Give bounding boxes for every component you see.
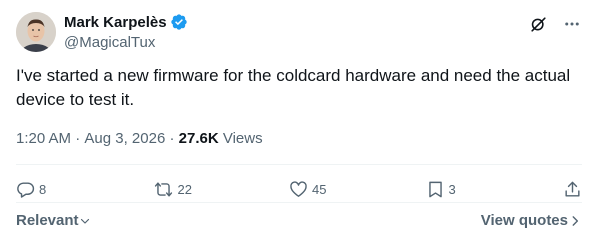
reply-button[interactable]: 8 (16, 180, 56, 199)
repost-icon (154, 181, 172, 197)
bookmark-icon (428, 181, 442, 197)
meta-separator: · (71, 130, 85, 147)
tweet-meta: 1:20 AM · Aug 3, 2026 · 27.6K Views (16, 130, 263, 147)
avatar[interactable] (16, 12, 56, 52)
author-block: Mark Karpelès @MagicalTux (64, 12, 188, 51)
reply-icon (17, 181, 35, 198)
bookmark-count: 3 (448, 181, 456, 197)
author-name-row: Mark Karpelès (64, 12, 188, 32)
author-display-name[interactable]: Mark Karpelès (64, 14, 167, 31)
author-handle[interactable]: @MagicalTux (64, 34, 188, 51)
bookmark-button[interactable]: 3 (426, 180, 466, 199)
sort-label: Relevant (16, 212, 79, 229)
tweet-text: I've started a new firmware for the cold… (16, 66, 571, 109)
divider (16, 164, 582, 165)
replies-footer: Relevant View quotes (16, 212, 582, 229)
view-quotes-link[interactable]: View quotes (481, 212, 582, 229)
divider (16, 202, 582, 203)
chevron-down-icon (80, 218, 89, 224)
tweet-card: Mark Karpelès @MagicalTux I've started a… (0, 0, 598, 243)
like-count: 45 (312, 181, 327, 197)
views-label: Views (222, 130, 263, 147)
more-icon[interactable] (562, 14, 582, 34)
repost-button[interactable]: 22 (153, 180, 193, 199)
grok-icon[interactable] (528, 14, 548, 34)
tweet-date[interactable]: Aug 3, 2026 (84, 130, 165, 147)
repost-count: 22 (177, 181, 192, 197)
tweet-top-actions (528, 14, 582, 34)
share-button[interactable] (562, 180, 582, 199)
action-bar: 8 22 45 3 (16, 177, 582, 201)
verified-badge-icon[interactable] (170, 13, 188, 31)
avatar-image (16, 12, 56, 52)
views-count: 27.6K (178, 130, 219, 147)
share-icon (565, 181, 580, 197)
meta-separator: · (165, 130, 179, 147)
tweet-time[interactable]: 1:20 AM (16, 130, 71, 147)
reply-count: 8 (39, 181, 47, 197)
heart-icon (290, 180, 307, 197)
sort-replies-button[interactable]: Relevant (16, 212, 91, 229)
chevron-right-icon (572, 215, 579, 226)
view-quotes-label: View quotes (480, 212, 568, 229)
like-button[interactable]: 45 (289, 180, 329, 199)
